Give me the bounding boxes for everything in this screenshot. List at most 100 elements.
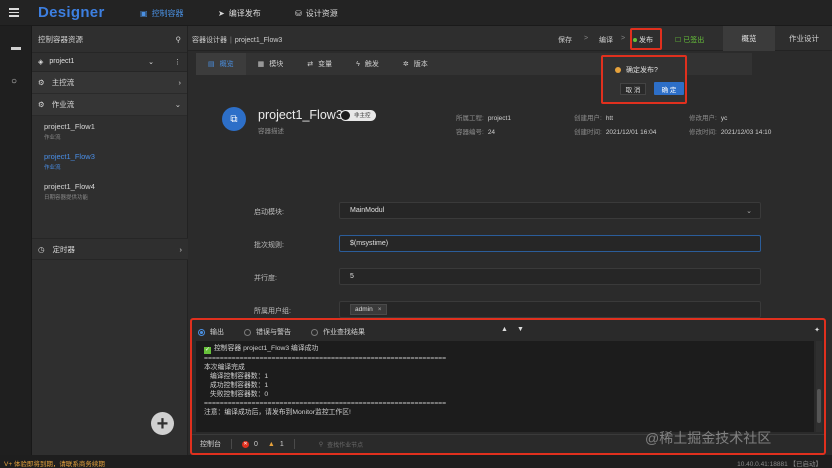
app-brand: Designer xyxy=(38,4,105,21)
console-line: 成功控制容器数：1 xyxy=(210,382,269,389)
console-line: ✓ 控制容器 project1_Flow3 编译成功 xyxy=(204,345,319,354)
flow-item[interactable]: project1_Flow4 日期容器提供功能 xyxy=(32,176,187,206)
group-job-flow[interactable]: ⚙ 作业流 ⌄ xyxy=(32,94,187,116)
save-button[interactable]: 保存 xyxy=(558,35,572,45)
search-icon[interactable]: ○ xyxy=(11,76,22,87)
overview-content: ⧉ project1_Flow3 非主控 容器描述 所属工程: project1 … xyxy=(188,76,832,318)
search-icon[interactable]: ⚲ xyxy=(176,35,182,44)
console-scrollbar[interactable] xyxy=(816,341,822,432)
nav-design-resources[interactable]: ⛁ 设计资源 xyxy=(295,8,338,19)
arrow-icon: > xyxy=(584,35,589,42)
chevron-down-icon: ⌄ xyxy=(746,208,752,215)
start-module-label: 启动模块: xyxy=(254,209,284,216)
warning-count[interactable]: 1 xyxy=(280,441,284,448)
confirm-button[interactable]: 确 定 xyxy=(654,82,684,95)
chevron-right-icon: › xyxy=(179,244,183,254)
breadcrumb: 容器设计器 | project1_Flow3 xyxy=(192,37,283,44)
cube-icon: ◈ xyxy=(38,59,44,66)
tab-job-search-results[interactable]: 作业查找结果 xyxy=(311,327,365,337)
more-icon[interactable]: ⋮ xyxy=(174,58,181,66)
top-bar: Designer ▣ 控制容器 ➤ 编译发布 ⛁ 设计资源 xyxy=(0,0,832,26)
nav-control-container[interactable]: ▣ 控制容器 xyxy=(140,8,184,19)
flow-item[interactable]: project1_Flow1 作业流 xyxy=(32,116,187,146)
license-warning: V+ 体验即将到期，请联系商务续期 xyxy=(4,461,105,468)
subtab-variables[interactable]: ⇄ 变量 xyxy=(295,53,344,75)
page-title: project1_Flow3 xyxy=(258,108,343,122)
add-button[interactable]: + xyxy=(151,412,174,435)
console-line: 注意：编译成功后，请发布到Monitor监控工作区! xyxy=(204,409,351,416)
console-line: 编译控制容器数：1 xyxy=(210,373,269,380)
meta-modifier: 修改用户: yc xyxy=(689,115,728,122)
console-line: 本次编译完成 xyxy=(204,364,245,371)
lightning-icon: ϟ xyxy=(356,60,360,68)
arrow-down-icon[interactable]: ▼ xyxy=(517,326,524,333)
console-title: 控制台 xyxy=(200,441,221,448)
send-icon: ➤ xyxy=(218,9,225,18)
project-selector[interactable]: ◈ project1 ⌄ ⋮ xyxy=(32,52,187,72)
console-line: ========================================… xyxy=(204,400,447,407)
arrow-icon: > xyxy=(621,35,626,42)
console-output: ✓ 控制容器 project1_Flow3 编译成功 ==============… xyxy=(196,341,814,432)
module-icon: ▦ xyxy=(257,61,265,68)
menu-icon[interactable] xyxy=(9,8,19,17)
check-icon: ✓ xyxy=(204,347,211,354)
subtab-overview[interactable]: ▤ 概览 xyxy=(196,53,246,75)
user-group-label: 所属用户组: xyxy=(254,308,291,315)
compile-button[interactable]: 编译 xyxy=(599,35,613,45)
master-control-toggle[interactable]: 非主控 xyxy=(340,110,376,121)
meta-created: 创建时间: 2021/12/01 16:04 xyxy=(574,129,657,136)
group-timer[interactable]: ◷ 定时器 › xyxy=(32,238,188,260)
tab-overview[interactable]: 概览 xyxy=(723,26,775,51)
start-module-select[interactable]: MainModul ⌄ xyxy=(339,202,761,219)
overview-icon: ▤ xyxy=(208,61,215,68)
resource-panel: 控制容器资源 ⚲ ◈ project1 ⌄ ⋮ ⚙ 主控流 › ⚙ 作业流 ⌄ pr… xyxy=(32,26,188,455)
error-count[interactable]: 0 xyxy=(254,441,258,448)
subtab-triggers[interactable]: ϟ 触发 xyxy=(344,53,391,75)
subtab-versions[interactable]: ✲ 版本 xyxy=(391,53,440,75)
resource-panel-header: 控制容器资源 ⚲ xyxy=(38,34,182,44)
toggle-knob xyxy=(341,111,350,120)
batch-rule-input[interactable]: $(msystime) xyxy=(339,235,761,252)
subtab-modules[interactable]: ▦ 模块 xyxy=(246,53,296,75)
flow-icon: ⚙ xyxy=(38,100,45,109)
version-icon: ✲ xyxy=(402,61,409,68)
publish-confirm-popover: 确定发布? 取 消 确 定 xyxy=(601,55,687,104)
warning-icon xyxy=(615,67,621,73)
chevron-down-icon: ⌄ xyxy=(148,59,154,66)
meta-number: 容器编号: 24 xyxy=(456,129,496,136)
signed-out-status[interactable]: ☐ 已签出 xyxy=(675,35,704,45)
group-main-flow[interactable]: ⚙ 主控流 › xyxy=(32,72,187,94)
database-icon: ⛁ xyxy=(295,9,302,18)
folder-icon[interactable]: ▬ xyxy=(11,42,22,53)
flow-item-active[interactable]: project1_Flow3 作业流 xyxy=(32,146,187,176)
icon-rail: ▬ ○ xyxy=(0,26,32,455)
cancel-button[interactable]: 取 消 xyxy=(620,83,646,95)
pin-icon[interactable]: ✦ xyxy=(814,326,820,334)
publish-button[interactable]: 发布 xyxy=(633,35,653,45)
console-line: ========================================… xyxy=(204,355,447,362)
warning-icon: ▲ xyxy=(267,440,275,448)
variable-icon: ⇄ xyxy=(307,61,314,68)
server-status: 10.40.0.41:18881 【已启动】 xyxy=(737,461,822,468)
designer-header: 容器设计器 | project1_Flow3 保存 > 编译 > 发布 ☐ 已签出 … xyxy=(188,26,832,51)
arrow-up-icon[interactable]: ▲ xyxy=(501,326,508,333)
user-group-select[interactable]: admin × xyxy=(339,301,761,318)
clock-icon: ◷ xyxy=(38,244,45,254)
tab-job-design[interactable]: 作业设计 xyxy=(776,26,832,51)
container-description: 容器描述 xyxy=(258,128,284,135)
nav-compile-publish[interactable]: ➤ 编译发布 xyxy=(218,8,261,19)
confirm-question: 确定发布? xyxy=(615,65,658,75)
status-dot-icon xyxy=(633,38,637,42)
meta-project: 所属工程: project1 xyxy=(456,115,511,122)
chevron-right-icon: › xyxy=(178,78,182,87)
meta-modified: 修改时间: 2021/12/03 14:10 xyxy=(689,129,772,136)
job-search-input[interactable]: ⚲ 查找作业节点 xyxy=(319,440,363,449)
search-icon: ⚲ xyxy=(318,441,324,448)
tab-errors-warnings[interactable]: 错误与警告 xyxy=(244,327,291,337)
tab-output[interactable]: 输出 xyxy=(198,327,224,337)
watermark: @稀土掘金技术社区 xyxy=(645,430,772,446)
close-icon[interactable]: × xyxy=(378,306,382,313)
status-bar: V+ 体验即将到期，请联系商务续期 10.40.0.41:18881 【已启动】 xyxy=(0,455,832,468)
user-group-tag: admin × xyxy=(350,304,387,315)
parallel-input[interactable]: 5 xyxy=(339,268,761,285)
